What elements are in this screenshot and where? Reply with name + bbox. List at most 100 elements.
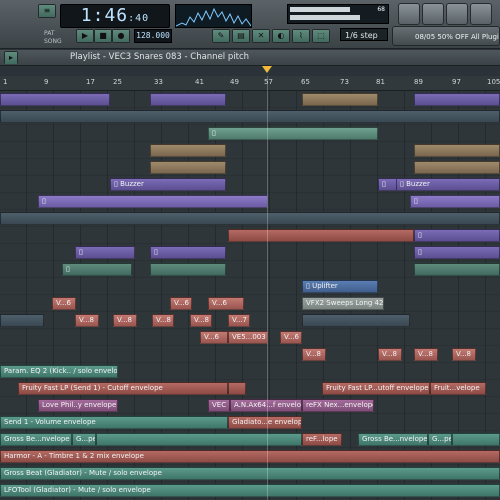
stop-button[interactable]: ■	[94, 29, 112, 43]
clip[interactable]	[96, 433, 302, 446]
clip[interactable]: V...8	[452, 348, 476, 361]
clip[interactable]: V...8	[414, 348, 438, 361]
clip-harmor[interactable]: Harmor - A - Timbre 1 & 2 mix envelope	[0, 450, 500, 463]
piano-roll-button[interactable]	[422, 3, 444, 25]
ruler-tick: 9	[44, 78, 49, 86]
clip[interactable]	[452, 433, 500, 446]
ruler-tick: 49	[230, 78, 239, 86]
clip-anax[interactable]: A.N.Ax64...f envelope	[230, 399, 302, 412]
clip-send1[interactable]: Send 1 - Volume envelope	[0, 416, 228, 429]
record-icon: ●	[113, 30, 129, 42]
clip-sweeps[interactable]: VFX2 Sweeps Long 42	[302, 297, 384, 310]
clip[interactable]	[228, 382, 246, 395]
mem-bar	[290, 15, 360, 20]
clip[interactable]: V...6	[200, 331, 228, 344]
clip[interactable]: V...8	[113, 314, 137, 327]
clip[interactable]: ▯	[414, 229, 500, 242]
clip-label: A.N.Ax64...f envelope	[234, 401, 301, 409]
clip[interactable]	[414, 263, 500, 276]
clip[interactable]	[150, 144, 226, 157]
clip-label: Harmor - A - Timbre 1 & 2 mix envelope	[4, 452, 144, 460]
clip[interactable]: ▯	[150, 246, 226, 259]
clip[interactable]	[302, 93, 378, 106]
clip[interactable]	[150, 93, 226, 106]
clip-refx[interactable]: reFX Nex...envelope	[302, 399, 374, 412]
clip-gpe-2[interactable]: G...pe	[428, 433, 452, 446]
slice-icon: ⌇	[293, 30, 309, 42]
clip[interactable]	[414, 161, 500, 174]
clip[interactable]: ▯	[414, 246, 500, 259]
clip-param-eq[interactable]: Param. EQ 2 (Kick.. / solo envelope	[0, 365, 118, 378]
clip-gpe[interactable]: G...pe	[72, 433, 96, 446]
playlist-menu-button[interactable]: ▸	[4, 51, 18, 64]
clip[interactable]	[414, 93, 500, 106]
clip[interactable]: V...6	[208, 297, 244, 310]
ruler-tick: 33	[154, 78, 163, 86]
clip-vec[interactable]: VEC	[208, 399, 230, 412]
clip[interactable]: V...6	[280, 331, 302, 344]
tempo-display[interactable]: 128.000	[134, 29, 172, 43]
tool-delete-button[interactable]: ✕	[252, 29, 270, 43]
clip[interactable]: V...8	[378, 348, 402, 361]
clip-love[interactable]: Love Phil..y envelope	[38, 399, 118, 412]
clip[interactable]	[0, 110, 500, 123]
tool-select-button[interactable]: ⬚	[312, 29, 330, 43]
clip[interactable]	[0, 212, 500, 225]
clip[interactable]: V...7	[228, 314, 250, 327]
clip-ref-lope[interactable]: reF...lope	[302, 433, 342, 446]
clip-fruity-cutoff[interactable]: Fruity Fast LP (Send 1) - Cutoff envelop…	[18, 382, 228, 395]
clip[interactable]: ▯	[75, 246, 135, 259]
clip[interactable]: V...6	[170, 297, 192, 310]
clip[interactable]: V...8	[302, 348, 326, 361]
clip[interactable]: ▯	[62, 263, 132, 276]
clip[interactable]: ▯	[410, 195, 500, 208]
tool-paint-button[interactable]: ▤	[232, 29, 250, 43]
mixer-button[interactable]	[470, 3, 492, 25]
record-button[interactable]: ●	[112, 29, 130, 43]
clip-lfo[interactable]: LFOTool (Gladiator) - Mute / solo envelo…	[0, 484, 500, 497]
clip[interactable]	[150, 161, 226, 174]
clip[interactable]	[414, 144, 500, 157]
ruler-tick: 81	[376, 78, 385, 86]
playlist-grid[interactable]: ▯ ▯ Buzzer ▯ ▯ Buzzer ▯ ▯ ▯ ▯ ▯ ▯ ▯ ▯ Up…	[0, 91, 500, 500]
clip-uplifter[interactable]: ▯ Uplifter	[302, 280, 378, 293]
tool-draw-button[interactable]: ✎	[212, 29, 230, 43]
clip-fruity-cutoff-2[interactable]: Fruity Fast LP...utoff envelope	[322, 382, 430, 395]
clip-gladiator[interactable]: Gladiato...e envelope	[228, 416, 302, 429]
clip[interactable]	[302, 314, 410, 327]
clip[interactable]: V...8	[152, 314, 174, 327]
menu-button[interactable]: ≡	[38, 4, 56, 18]
clip-gross[interactable]: Gross Be...nvelope	[0, 433, 72, 446]
ruler-tick: 25	[113, 78, 122, 86]
clip[interactable]: ▯	[208, 127, 378, 140]
clip[interactable]: V...8	[75, 314, 99, 327]
clip-ve5[interactable]: VE5...003	[228, 331, 268, 344]
clip-label: V...6	[174, 299, 190, 307]
time-display[interactable]: 1:46:40	[60, 4, 170, 28]
clip-fruity-velope[interactable]: Fruit...velope	[430, 382, 486, 395]
clip-gross-mute[interactable]: Gross Beat (Gladiator) - Mute / solo env…	[0, 467, 500, 480]
clip-gross-2[interactable]: Gross Be...nvelope	[358, 433, 428, 446]
clip[interactable]: ▯	[38, 195, 268, 208]
clip[interactable]	[0, 314, 44, 327]
song-position-marker[interactable]	[262, 66, 272, 73]
clip[interactable]	[150, 263, 226, 276]
play-button[interactable]: ▶	[76, 29, 94, 43]
clip[interactable]	[0, 93, 110, 106]
cpu-bar	[290, 7, 350, 12]
tool-slice-button[interactable]: ⌇	[292, 29, 310, 43]
clip-label: V...8	[306, 350, 322, 358]
cpu-meter: 68	[287, 4, 389, 24]
clip[interactable]	[228, 229, 414, 242]
clip-buzzer[interactable]: ▯ Buzzer	[396, 178, 500, 191]
timeline-ruler[interactable]: 1 9 17 25 33 41 49 57 65 73 81 89 97 105	[0, 76, 500, 91]
clip-buzzer[interactable]: ▯ Buzzer	[110, 178, 226, 191]
clip[interactable]: V...8	[190, 314, 212, 327]
clip[interactable]: V...6	[52, 297, 76, 310]
playlist-window-button[interactable]	[398, 3, 420, 25]
channel-rack-button[interactable]	[446, 3, 468, 25]
tool-mute-button[interactable]: ◐	[272, 29, 290, 43]
news-panel[interactable]: 08/05 50% OFF All Plugins	[392, 26, 500, 46]
clip-label: reF...lope	[306, 435, 338, 443]
snap-selector[interactable]: 1/6 step	[340, 28, 388, 41]
